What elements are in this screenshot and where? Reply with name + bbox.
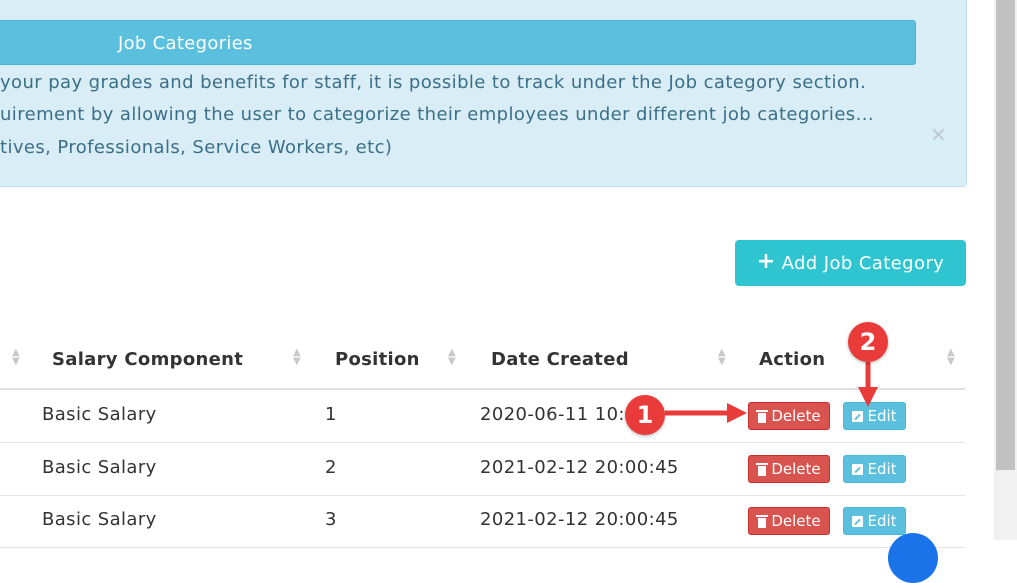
info-text-line-1: your pay grades and benefits for staff, … <box>0 72 867 93</box>
edit-button[interactable]: Edit <box>843 507 906 535</box>
date-created-cell: 2020-06-11 10:3 <box>480 404 637 425</box>
sort-icon[interactable]: ▲ ▼ <box>947 348 955 367</box>
add-job-category-button[interactable]: + Add Job Category <box>735 240 966 286</box>
add-job-category-label: Add Job Category <box>781 252 945 274</box>
trash-icon <box>756 514 769 528</box>
column-header-action: Action <box>759 349 826 370</box>
edit-icon <box>852 463 864 475</box>
plus-icon: + <box>756 249 776 274</box>
column-header-date-created[interactable]: Date Created <box>491 349 629 370</box>
salary-component-cell: Basic Salary <box>42 457 157 478</box>
edit-button[interactable]: Edit <box>843 455 906 483</box>
edit-label: Edit <box>867 407 897 425</box>
scrollbar-thumb[interactable] <box>996 0 1015 470</box>
table-row: Basic Salary 1 2020-06-11 10:3 Delete Ed… <box>0 390 965 443</box>
delete-button[interactable]: Delete <box>748 455 830 483</box>
annotation-badge-1: 1 <box>625 395 665 435</box>
delete-label: Delete <box>771 460 821 478</box>
column-header-position[interactable]: Position <box>335 349 420 370</box>
chat-bubble-icon[interactable] <box>888 533 938 583</box>
delete-label: Delete <box>771 512 821 530</box>
position-cell: 1 <box>325 404 337 425</box>
info-panel-header: Job Categories <box>0 20 916 65</box>
sort-icon[interactable]: ▲ ▼ <box>718 348 726 367</box>
trash-icon <box>756 409 769 423</box>
info-text-line-3: tives, Professionals, Service Workers, e… <box>0 137 393 158</box>
salary-component-cell: Basic Salary <box>42 404 157 425</box>
annotation-badge-2: 2 <box>848 322 888 362</box>
column-header-salary-component[interactable]: Salary Component <box>52 349 243 370</box>
delete-button[interactable]: Delete <box>748 402 830 430</box>
edit-label: Edit <box>867 512 897 530</box>
table-row: Basic Salary 2 2021-02-12 20:00:45 Delet… <box>0 443 965 496</box>
table-header: ▲ ▼ Salary Component ▲ ▼ Position ▲ ▼ Date … <box>0 333 965 390</box>
date-created-cell: 2021-02-12 20:00:45 <box>480 509 679 530</box>
sort-icon[interactable]: ▲ ▼ <box>448 348 456 367</box>
info-header-title: Job Categories <box>118 33 253 54</box>
position-cell: 3 <box>325 509 337 530</box>
position-cell: 2 <box>325 457 337 478</box>
trash-icon <box>756 462 769 476</box>
edit-icon <box>852 515 864 527</box>
table-row: Basic Salary 3 2021-02-12 20:00:45 Delet… <box>0 495 965 548</box>
delete-button[interactable]: Delete <box>748 507 830 535</box>
delete-label: Delete <box>771 407 821 425</box>
sort-icon[interactable]: ▲ ▼ <box>293 348 301 367</box>
info-text-line-2: uirement by allowing the user to categor… <box>0 104 874 125</box>
edit-label: Edit <box>867 460 897 478</box>
close-icon[interactable]: × <box>930 122 947 146</box>
date-created-cell: 2021-02-12 20:00:45 <box>480 457 679 478</box>
edit-icon <box>852 410 864 422</box>
edit-button[interactable]: Edit <box>843 402 906 430</box>
salary-component-cell: Basic Salary <box>42 509 157 530</box>
sort-icon[interactable]: ▲ ▼ <box>12 348 20 367</box>
